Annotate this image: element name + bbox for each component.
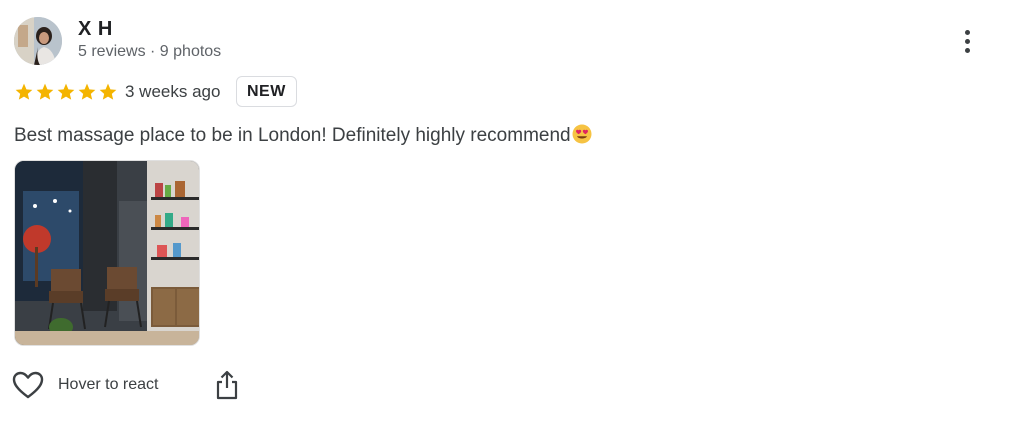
- star-icon: [36, 83, 54, 100]
- reviewer-meta: 5 reviews · 9 photos: [78, 43, 222, 60]
- review-photo[interactable]: [14, 160, 200, 346]
- new-badge: NEW: [236, 76, 297, 107]
- react-label: Hover to react: [58, 376, 159, 393]
- salon-interior-image: [15, 161, 199, 345]
- review-time: 3 weeks ago: [125, 82, 221, 101]
- review-text-container: Best massage place to be in London! Defi…: [14, 124, 592, 150]
- reviewer-name[interactable]: X H: [78, 18, 113, 41]
- share-button[interactable]: [214, 370, 240, 400]
- review-card: X H 5 reviews · 9 photos 3 weeks ago NEW…: [0, 0, 1024, 429]
- heart-eyes-emoji: [572, 124, 592, 150]
- star-icon: [57, 83, 75, 100]
- star-icon: [78, 83, 96, 100]
- more-vertical-icon: [964, 29, 970, 35]
- more-options-button[interactable]: [952, 24, 982, 58]
- share-icon: [216, 370, 238, 400]
- heart-outline-icon: [12, 371, 44, 399]
- avatar-image: [14, 17, 62, 65]
- reviewer-avatar[interactable]: [14, 17, 62, 65]
- react-button[interactable]: Hover to react: [12, 369, 158, 401]
- star-rating: [14, 82, 118, 102]
- star-icon: [15, 83, 33, 100]
- review-text: Best massage place to be in London! Defi…: [14, 125, 571, 146]
- star-icon: [99, 83, 117, 100]
